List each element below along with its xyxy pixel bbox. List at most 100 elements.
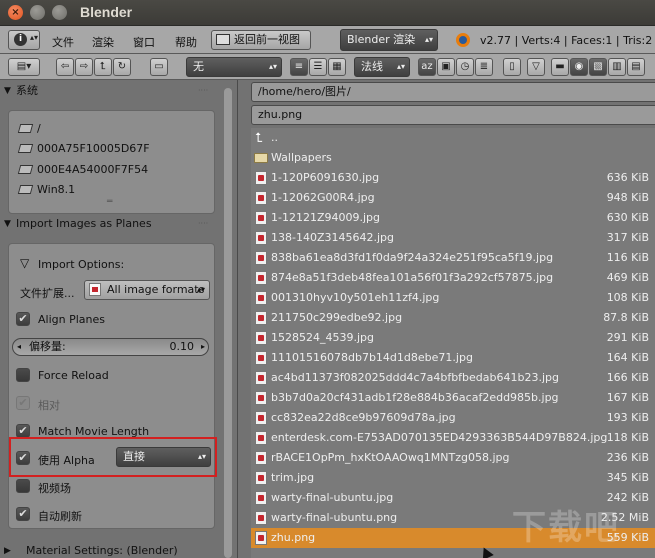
recursion-dropdown[interactable]: 无 ▴▾	[186, 57, 282, 77]
match-movie-length-checkbox[interactable]: ✔	[16, 424, 30, 438]
minimize-window-button[interactable]	[30, 5, 45, 20]
filter-folders-button[interactable]: ▬	[551, 58, 569, 76]
file-name: zhu.png	[271, 531, 316, 544]
system-item[interactable]: Win8.1	[17, 183, 75, 196]
auto-refresh-checkbox[interactable]: ✔	[16, 507, 30, 521]
folder-icon: ▬	[555, 61, 565, 72]
offset-slider[interactable]: ◂ 偏移量: 0.10 ▸	[12, 338, 209, 356]
system-item[interactable]: 000E4A54000F7F54	[17, 163, 148, 176]
close-window-button[interactable]: ×	[8, 5, 23, 20]
sort-size-button[interactable]: ≣	[475, 58, 493, 76]
maximize-window-button[interactable]	[52, 5, 67, 20]
file-row[interactable]: 138-140Z3145642.jpg 317 KiB	[251, 228, 655, 248]
system-item[interactable]: 000A75F10005D67F	[17, 142, 150, 155]
file-row[interactable]: 001310hyv10y501eh11zf4.jpg 108 KiB	[251, 288, 655, 308]
file-browser-sidebar: ▼ 系统 ···· / 000A75F10005D67F 000E4A54000…	[0, 80, 238, 558]
file-extension-dropdown[interactable]: All image formats ▴▾	[84, 280, 210, 300]
directory-path-input[interactable]: /home/hero/图片/	[251, 82, 655, 102]
render-engine-dropdown[interactable]: Blender 渲染 ▴▾	[340, 29, 438, 51]
file-row[interactable]: 1-12062G00R4.jpg 948 KiB	[251, 188, 655, 208]
import-section-header[interactable]: ▼ Import Images as Planes ····	[4, 213, 216, 235]
sort-time-button[interactable]: ◷	[456, 58, 474, 76]
file-name: rBACE1OpPm_hxKtOAAOwq1MNTzg058.jpg	[271, 451, 510, 464]
file-size: 317 KiB	[606, 231, 649, 244]
chevron-updown-icon: ▴▾	[30, 33, 39, 42]
file-list: ⮤ .. Wallpapers 1-120P6091630.jpg 636 KiB…	[251, 128, 655, 558]
menu-file[interactable]: 文件	[52, 34, 74, 50]
sidebar-scrollbar[interactable]	[224, 88, 232, 558]
file-row[interactable]: 1528524_4539.jpg 291 KiB	[251, 328, 655, 348]
refresh-button[interactable]: ↻	[113, 58, 131, 76]
back-button[interactable]: ⇦	[56, 58, 74, 76]
file-browser-editor-button[interactable]: ▤▾	[8, 58, 40, 76]
file-row[interactable]: b3b7d0a20cf431adb1f28e884b36acaf2edd985b…	[251, 388, 655, 408]
file-row[interactable]: 11101516078db7b14d1d8ebe71.jpg 164 KiB	[251, 348, 655, 368]
display-thumbnails-button[interactable]: ▦	[328, 58, 346, 76]
show-hidden-button[interactable]: ▯	[503, 58, 521, 76]
disclosure-triangle-icon: ▼	[4, 219, 11, 229]
force-reload-label: Force Reload	[38, 369, 109, 382]
filter-scripts-button[interactable]: ▤	[627, 58, 645, 76]
file-row[interactable]: ac4bd11373f082025ddd4c7a4bfbfbedab641b23…	[251, 368, 655, 388]
file-row[interactable]: 1-120P6091630.jpg 636 KiB	[251, 168, 655, 188]
filter-movies-button[interactable]: ▥	[608, 58, 626, 76]
file-name: b3b7d0a20cf431adb1f28e884b36acaf2edd985b…	[271, 391, 559, 404]
file-row[interactable]: 874e8a51f3deb48fea101a56f01f3a292cf57875…	[251, 268, 655, 288]
watermark-logo: 下载吧	[512, 508, 620, 548]
file-row[interactable]: cc832ea22d8ce9b97609d78a.jpg 193 KiB	[251, 408, 655, 428]
forward-button[interactable]: ⇨	[75, 58, 93, 76]
file-size: 193 KiB	[606, 411, 649, 424]
arrow-left-icon: ◂	[17, 342, 22, 351]
file-row[interactable]: 838ba61ea8d3fd1f0da9f24a324e251f95ca5f19…	[251, 248, 655, 268]
editor-type-button[interactable]: i ▴▾	[8, 30, 40, 50]
file-size: 630 KiB	[606, 211, 649, 224]
filter-toggle-button[interactable]: ▽	[527, 58, 545, 76]
file-row[interactable]: enterdesk.com-E753AD070135ED4293363B544D…	[251, 428, 655, 448]
material-settings-title: Material Settings: (Blender)	[26, 544, 178, 557]
disk-icon	[17, 144, 34, 153]
display-list-short-button[interactable]: ≡	[290, 58, 308, 76]
file-name: 1-12121Z94009.jpg	[271, 211, 381, 224]
system-item[interactable]: /	[17, 122, 41, 135]
import-options-label: Import Options:	[38, 258, 125, 271]
scene-stats: v2.77 | Verts:4 | Faces:1 | Tris:2 | Ob	[480, 34, 655, 47]
align-planes-checkbox[interactable]: ✔	[16, 312, 30, 326]
disclosure-triangle-icon: ▼	[4, 86, 11, 96]
info-header: i ▴▾ 文件 渲染 窗口 帮助 返回前一视图 Blender 渲染 ▴▾ v2…	[0, 26, 655, 54]
filter-icon: ▽	[532, 61, 540, 72]
drag-grip-icon[interactable]: ····	[198, 213, 208, 235]
menu-window[interactable]: 窗口	[133, 34, 155, 50]
filter-images-button[interactable]: ▧	[589, 58, 607, 76]
drag-grip-icon[interactable]: ····	[198, 80, 208, 102]
file-name: enterdesk.com-E753AD070135ED4293363B544D…	[271, 431, 608, 444]
file-row[interactable]: 211750c299edbe92.jpg 87.8 KiB	[251, 308, 655, 328]
file-row[interactable]: rBACE1OpPm_hxKtOAAOwq1MNTzg058.jpg 236 Ki…	[251, 448, 655, 468]
filename-input[interactable]: zhu.png	[251, 105, 655, 125]
resize-grip-icon[interactable]: ═	[107, 197, 112, 207]
system-item-label: /	[37, 122, 41, 135]
file-row[interactable]: 1-12121Z94009.jpg 630 KiB	[251, 208, 655, 228]
blender-logo-icon	[456, 33, 470, 47]
parent-directory-button[interactable]: ⮤	[94, 58, 112, 76]
display-list-long-button[interactable]: ☰	[309, 58, 327, 76]
sort-ext-button[interactable]: ▣	[437, 58, 455, 76]
image-file-icon	[255, 391, 267, 405]
display-size-dropdown[interactable]: 法线 ▴▾	[354, 57, 410, 77]
file-list-scrollbar[interactable]	[243, 82, 249, 558]
image-file-icon	[255, 451, 267, 465]
system-section-header[interactable]: ▼ 系统 ····	[4, 80, 216, 102]
menu-render[interactable]: 渲染	[92, 34, 114, 50]
force-reload-checkbox[interactable]	[16, 368, 30, 382]
file-row[interactable]: trim.jpg 345 KiB	[251, 468, 655, 488]
folder-row[interactable]: Wallpapers	[251, 148, 655, 168]
menu-help[interactable]: 帮助	[175, 34, 197, 50]
back-to-previous-button[interactable]: 返回前一视图	[211, 30, 311, 50]
sort-alpha-button[interactable]: az	[418, 58, 436, 76]
parent-directory-row[interactable]: ⮤ ..	[251, 128, 655, 148]
filter-blend-button[interactable]: ◉	[570, 58, 588, 76]
video-field-checkbox[interactable]	[16, 479, 30, 493]
relative-checkbox[interactable]: ✔	[16, 396, 30, 410]
image-file-icon	[255, 511, 267, 525]
new-folder-button[interactable]: ▭	[150, 58, 168, 76]
material-settings-header[interactable]: ▶ Material Settings: (Blender)	[4, 540, 216, 558]
